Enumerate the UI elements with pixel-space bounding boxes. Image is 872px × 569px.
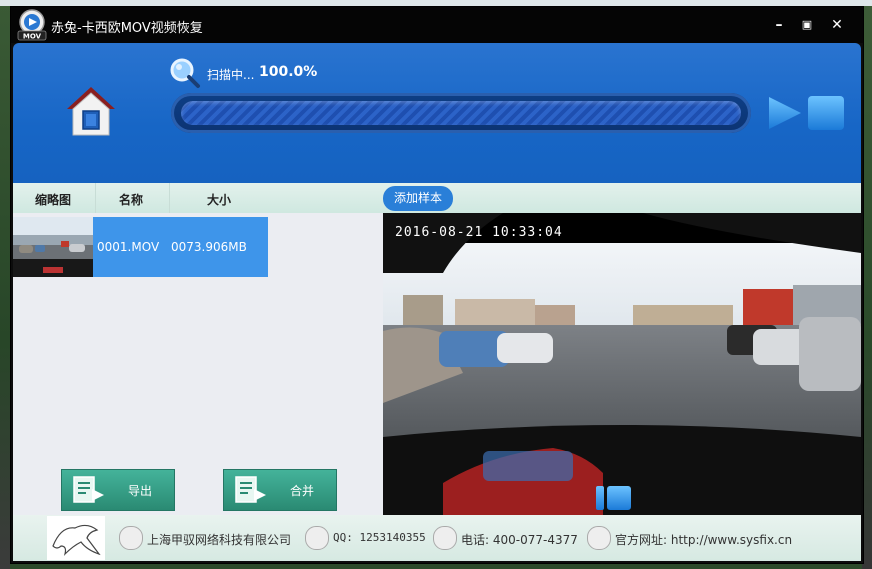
play-icon[interactable] (767, 95, 803, 131)
scan-progress-bar (171, 93, 751, 133)
qq-number: QQ: 1253140355 (333, 531, 426, 544)
globe-icon (587, 526, 611, 550)
add-sample-button[interactable]: 添加样本 (383, 186, 453, 211)
company-logo-icon (47, 516, 105, 560)
scan-percent: 100.0% (259, 64, 318, 80)
title-bar[interactable]: MOV 赤兔-卡西欧MOV视频恢复 – ▣ ✕ (11, 7, 863, 43)
magnifier-icon (170, 58, 200, 88)
app-logo-icon: MOV (17, 9, 47, 41)
close-button[interactable]: ✕ (827, 15, 847, 35)
export-icon (73, 476, 104, 503)
video-preview[interactable]: 2016-08-21 10:33:04 (383, 213, 861, 515)
home-icon[interactable] (65, 83, 117, 139)
scan-progress-fill (181, 101, 741, 125)
company-name: 上海甲驭网络科技有限公司 (147, 533, 292, 547)
scan-status-text: 扫描中... (207, 68, 255, 82)
merge-icon (235, 476, 266, 503)
qq-icon (305, 526, 329, 550)
column-size[interactable]: 大小 (207, 191, 231, 208)
app-logo-text: MOV (23, 33, 42, 41)
desktop-left-edge (0, 0, 10, 569)
video-frame (383, 213, 861, 515)
merge-label: 合并 (290, 484, 315, 498)
app-window: MOV 赤兔-卡西欧MOV视频恢复 – ▣ ✕ 扫描中... 100.0% 缩略… (10, 6, 864, 564)
column-header-bar: 缩略图 名称 大小 添加样本 (13, 183, 861, 213)
footer-bar: 上海甲驭网络科技有限公司 QQ: 1253140355 电话: 400-077-… (13, 515, 861, 561)
video-timestamp: 2016-08-21 10:33:04 (395, 225, 563, 240)
file-name: 0001.MOV (97, 240, 160, 254)
export-button[interactable]: 导出 (61, 469, 175, 511)
scan-header: 扫描中... 100.0% (13, 43, 861, 183)
window-title: 赤兔-卡西欧MOV视频恢复 (51, 21, 203, 36)
stop-icon[interactable] (807, 95, 845, 131)
table-row[interactable]: 0001.MOV 0073.906MB (13, 217, 268, 277)
column-name[interactable]: 名称 (119, 191, 143, 208)
video-thumbnail (13, 217, 93, 277)
phone-number: 电话: 400-077-4377 (461, 533, 578, 547)
minimize-button[interactable]: – (769, 15, 789, 35)
column-divider (169, 183, 170, 213)
file-size: 0073.906MB (171, 240, 247, 254)
company-icon (119, 526, 143, 550)
maximize-button[interactable]: ▣ (797, 15, 817, 35)
column-thumbnail[interactable]: 缩略图 (35, 191, 71, 208)
phone-icon (433, 526, 457, 550)
column-divider (95, 183, 96, 213)
website-link[interactable]: 官方网址: http://www.sysfix.cn (615, 531, 792, 548)
export-label: 导出 (128, 484, 153, 498)
file-list: 0001.MOV 0073.906MB 导出 合并 (13, 213, 383, 515)
pause-icon[interactable] (595, 485, 633, 511)
merge-button[interactable]: 合并 (223, 469, 337, 511)
